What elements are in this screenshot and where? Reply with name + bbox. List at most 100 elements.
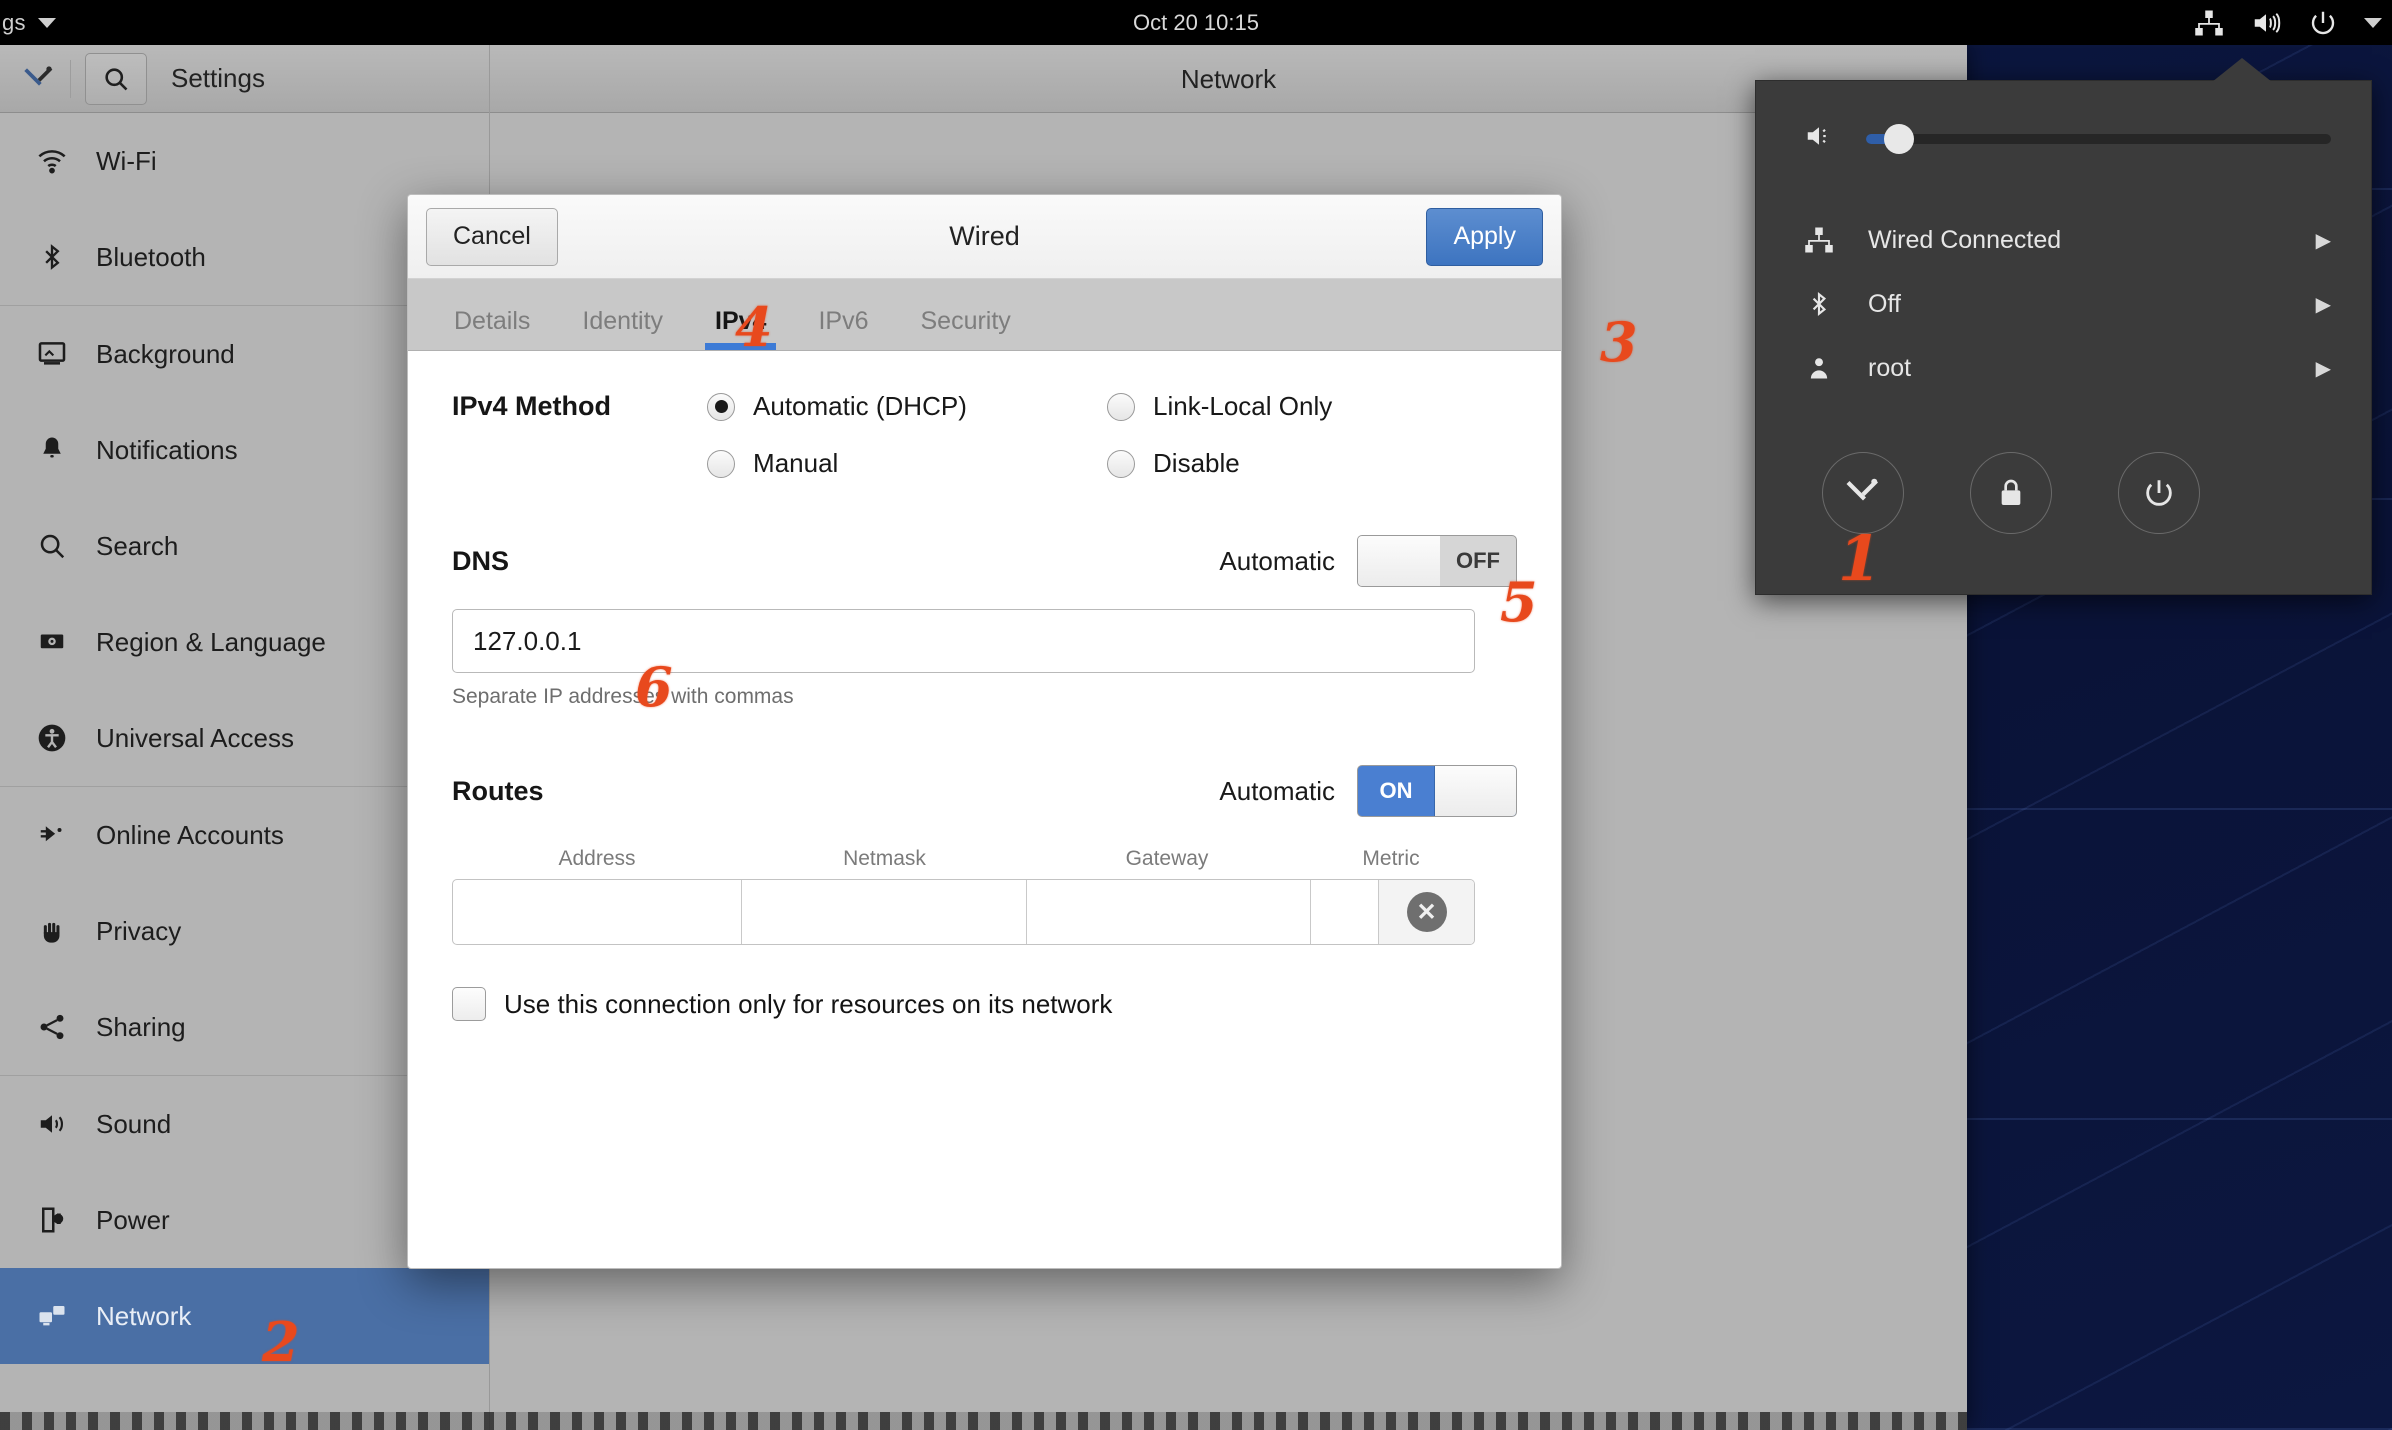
share-icon [34, 1011, 70, 1043]
system-menu-item-wired[interactable]: Wired Connected ▶ [1756, 208, 2371, 272]
system-menu-item-label: Off [1868, 290, 2284, 319]
volume-slider-handle[interactable] [1884, 124, 1914, 154]
wifi-icon [34, 145, 70, 177]
sidebar-item-label: Wi-Fi [96, 146, 157, 177]
sidebar-item-network[interactable]: Network [0, 1268, 489, 1364]
hand-icon [34, 915, 70, 947]
routes-automatic-toggle[interactable]: ON [1357, 765, 1517, 817]
settings-header: Settings Network [0, 45, 1967, 113]
radio-label: Automatic (DHCP) [753, 391, 967, 422]
tab-details[interactable]: Details [450, 307, 534, 350]
top-panel-status-area[interactable] [2194, 0, 2382, 45]
radio-automatic-dhcp[interactable]: Automatic (DHCP) [707, 391, 1107, 422]
volume-control[interactable] [1756, 81, 2371, 156]
toggle-knob [1434, 766, 1516, 816]
routes-netmask-input[interactable] [742, 880, 1026, 944]
dns-input-value: 127.0.0.1 [473, 626, 581, 657]
radio-disable[interactable]: Disable [1107, 448, 1507, 479]
header-divider [70, 60, 71, 98]
search-button[interactable] [85, 53, 147, 105]
top-panel: gs Oct 20 10:15 [0, 0, 2392, 45]
routes-column-gateway: Gateway [1027, 847, 1307, 871]
chevron-right-icon: ▶ [2316, 228, 2331, 253]
screen: gs Oct 20 10:15 [0, 0, 2392, 1430]
status-chevron-down-icon[interactable] [2364, 18, 2382, 28]
system-menu: Wired Connected ▶ Off ▶ root ▶ [1755, 80, 2372, 595]
routes-gateway-input[interactable] [1027, 880, 1311, 944]
routes-column-headers: Address Netmask Gateway Metric [452, 847, 1517, 871]
window-bottom-edge [0, 1412, 1967, 1430]
power-plug-icon [34, 1204, 70, 1236]
tools-icon [22, 62, 56, 96]
sidebar-item-label: Network [96, 1301, 191, 1332]
top-panel-clock[interactable]: Oct 20 10:15 [0, 10, 2392, 36]
restrict-connection-checkbox-row[interactable]: Use this connection only for resources o… [452, 987, 1517, 1021]
annotation-2: 2 [262, 1310, 300, 1374]
system-menu-actions [1756, 400, 2371, 534]
restrict-connection-label: Use this connection only for resources o… [504, 989, 1112, 1020]
radio-indicator[interactable] [1107, 393, 1135, 421]
system-menu-lock-button[interactable] [1970, 452, 2052, 534]
sidebar-item-label: Online Accounts [96, 820, 284, 851]
routes-column-metric: Metric [1307, 847, 1475, 871]
system-menu-item-label: root [1868, 354, 2284, 383]
radio-indicator[interactable] [1107, 450, 1135, 478]
dialog-tabs: Details Identity IPv4 IPv6 Security [408, 279, 1561, 351]
flag-icon [34, 627, 70, 657]
routes-column-netmask: Netmask [742, 847, 1027, 871]
chevron-right-icon: ▶ [2316, 356, 2331, 381]
dns-input[interactable]: 127.0.0.1 [452, 609, 1475, 673]
tab-identity[interactable]: Identity [578, 307, 667, 350]
volume-low-icon [1802, 121, 1836, 156]
routes-delete-button[interactable]: ✕ [1379, 880, 1474, 944]
table-row: ✕ [452, 879, 1475, 945]
system-menu-power-button[interactable] [2118, 452, 2200, 534]
cancel-button[interactable]: Cancel [426, 208, 558, 266]
restrict-connection-checkbox[interactable] [452, 987, 486, 1021]
annotation-5: 5 [1500, 570, 1538, 634]
online-accounts-icon [34, 820, 70, 850]
system-menu-item-bluetooth[interactable]: Off ▶ [1756, 272, 2371, 336]
volume-slider[interactable] [1866, 134, 2331, 144]
sidebar-item-label: Region & Language [96, 627, 326, 658]
routes-metric-input[interactable] [1311, 880, 1379, 944]
dialog-title: Wired [408, 221, 1561, 252]
top-panel-app-menu[interactable]: gs [0, 10, 56, 36]
tab-ipv6[interactable]: IPv6 [814, 307, 872, 350]
chevron-right-icon: ▶ [2316, 292, 2331, 317]
sidebar-item-label: Universal Access [96, 723, 294, 754]
speaker-icon [34, 1109, 70, 1139]
radio-indicator[interactable] [707, 393, 735, 421]
bluetooth-icon [34, 241, 70, 273]
dns-label: DNS [452, 546, 509, 577]
ipv4-method-options: Automatic (DHCP) Link-Local Only Manual … [707, 391, 1507, 479]
wired-network-icon[interactable] [2194, 8, 2224, 38]
radio-link-local-only[interactable]: Link-Local Only [1107, 391, 1507, 422]
annotation-1: 1 [1838, 522, 1881, 595]
radio-label: Manual [753, 448, 838, 479]
dns-automatic-toggle[interactable]: OFF [1357, 535, 1517, 587]
radio-manual[interactable]: Manual [707, 448, 1107, 479]
dns-section-header: DNS Automatic OFF [452, 535, 1517, 587]
dialog-header: Cancel Wired Apply [408, 195, 1561, 279]
radio-indicator[interactable] [707, 450, 735, 478]
routes-automatic-label: Automatic [1219, 776, 1335, 807]
settings-app-title: Settings [171, 63, 265, 94]
wired-network-icon [1802, 225, 1836, 255]
system-menu-item-user[interactable]: root ▶ [1756, 336, 2371, 400]
radio-label: Disable [1153, 448, 1240, 479]
top-panel-app-name: gs [2, 10, 26, 36]
apply-button[interactable]: Apply [1426, 208, 1543, 266]
tab-security[interactable]: Security [917, 307, 1015, 350]
routes-address-input[interactable] [453, 880, 742, 944]
routes-section-header: Routes Automatic ON [452, 765, 1517, 817]
volume-icon[interactable] [2250, 8, 2282, 38]
annotation-3: 3 [1600, 310, 1638, 374]
sidebar-item-label: Search [96, 531, 178, 562]
power-icon[interactable] [2308, 8, 2338, 38]
radio-label: Link-Local Only [1153, 391, 1332, 422]
bell-icon [34, 434, 70, 466]
search-icon [34, 531, 70, 561]
toggle-knob [1358, 536, 1440, 586]
chevron-down-icon [38, 18, 56, 28]
